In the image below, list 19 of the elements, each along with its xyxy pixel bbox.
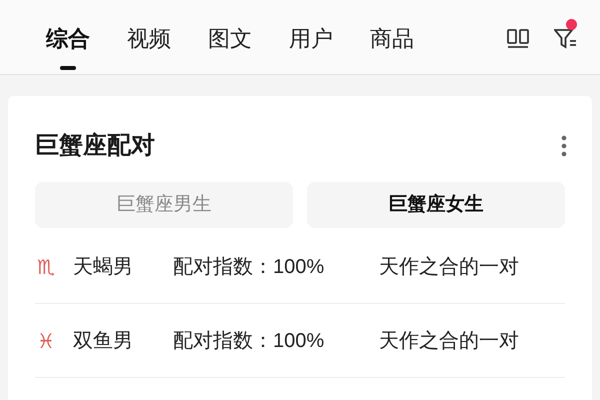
tab[interactable]: 图文 (208, 24, 252, 54)
tab[interactable]: 用户 (289, 24, 333, 54)
tab-indicator (60, 66, 76, 70)
card-title: 巨蟹座配对 (35, 131, 155, 161)
zodiac-sign: ♏ (36, 254, 56, 280)
book-icon[interactable] (507, 29, 529, 49)
match-verdict: 天作之合的一对 (379, 328, 519, 354)
tab[interactable]: 视频 (127, 24, 171, 54)
segment-tab[interactable]: 巨蟹座女生 (307, 182, 565, 228)
match-score: 配对指数：100% (173, 328, 326, 354)
tab[interactable]: 综合 (46, 24, 90, 54)
more-options-icon[interactable] (561, 135, 567, 157)
zodiac-sign: ♓ (36, 328, 56, 354)
sign-name: 双鱼男 (73, 328, 134, 354)
sign-name: 天蝎男 (73, 254, 134, 280)
match-verdict: 天作之合的一对 (379, 254, 519, 280)
filter-icon[interactable] (554, 28, 578, 50)
match-score: 配对指数：100% (173, 254, 326, 280)
tab[interactable]: 商品 (370, 24, 414, 54)
